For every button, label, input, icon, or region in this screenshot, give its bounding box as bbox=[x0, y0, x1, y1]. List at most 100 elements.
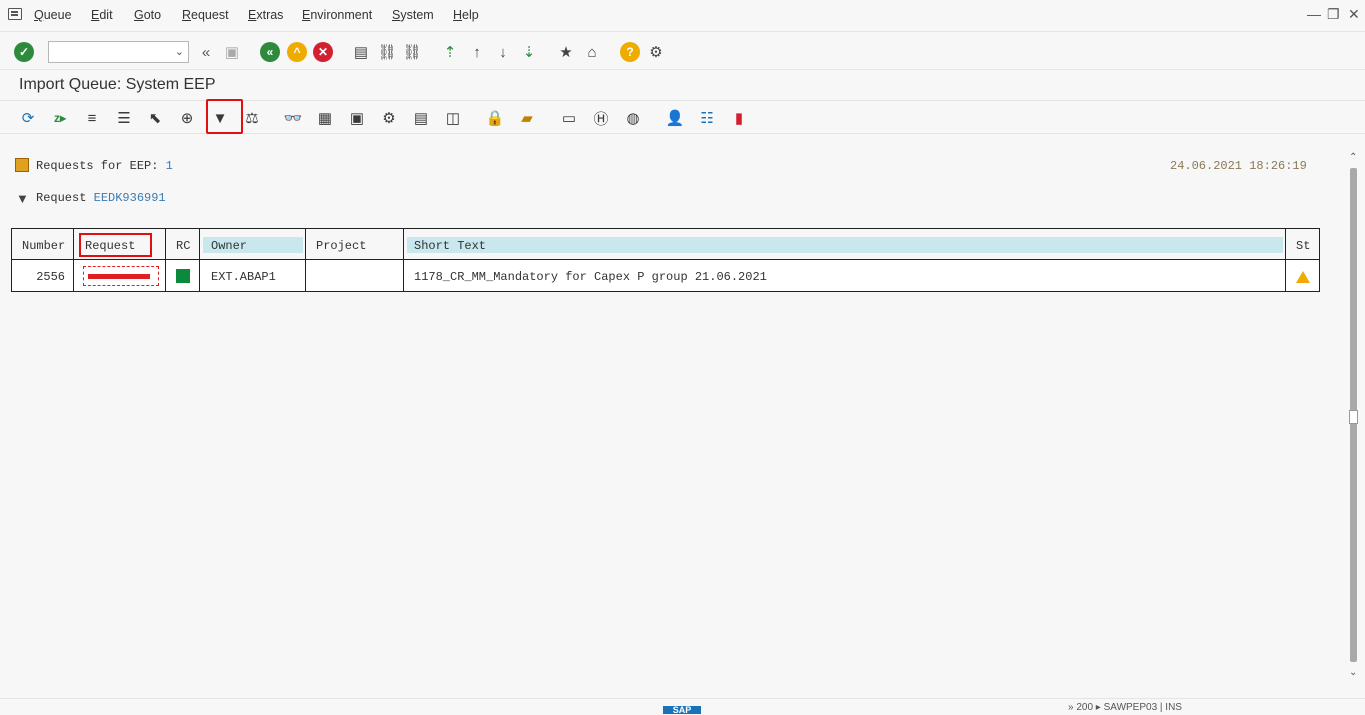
col-short-text-label: Short Text bbox=[414, 239, 487, 253]
sort-icon[interactable]: ☰ bbox=[113, 107, 135, 129]
cell-short-text-value: 1178_CR_MM_Mandatory for Capex P group 2… bbox=[414, 270, 767, 284]
request-value[interactable]: EEDK936991 bbox=[94, 191, 166, 205]
requests-count: 1 bbox=[165, 159, 173, 173]
double-chevron-left-icon[interactable]: « bbox=[196, 42, 216, 62]
scroll-thumb[interactable] bbox=[1349, 410, 1358, 424]
col-owner[interactable]: Owner bbox=[200, 229, 306, 259]
col-owner-label: Owner bbox=[211, 239, 248, 253]
col-project-label: Project bbox=[316, 239, 367, 253]
next-page-icon[interactable]: ↓ bbox=[493, 42, 513, 62]
layout-icon[interactable]: ▣ bbox=[346, 107, 368, 129]
document-list-icon[interactable]: ▦ bbox=[314, 107, 336, 129]
menu-goto[interactable]: Goto bbox=[134, 8, 161, 22]
col-number-label: Number bbox=[22, 239, 66, 253]
menu-extras[interactable]: Extras bbox=[248, 8, 283, 22]
scroll-up-icon[interactable]: ⌃ bbox=[1349, 152, 1357, 163]
command-field[interactable]: ⌄ bbox=[48, 41, 189, 63]
cell-project bbox=[306, 260, 404, 292]
first-page-icon[interactable]: ⇡ bbox=[440, 42, 460, 62]
maximize-icon[interactable]: ❐ bbox=[1327, 6, 1340, 23]
col-number[interactable]: Number bbox=[12, 229, 74, 259]
refresh-icon[interactable]: ⟳ bbox=[17, 107, 39, 129]
select-cursor-icon[interactable]: ⬉ bbox=[144, 107, 166, 129]
cell-number-value: 2556 bbox=[36, 270, 65, 284]
find-next-icon[interactable]: ⛓ bbox=[402, 42, 422, 62]
create-session-icon[interactable]: ★ bbox=[556, 42, 576, 62]
display-glasses-icon[interactable]: 👓 bbox=[282, 107, 304, 129]
user-icon[interactable]: 👤 bbox=[664, 107, 686, 129]
filter-small-icon: ▼ bbox=[16, 191, 29, 206]
menu-icon[interactable] bbox=[8, 8, 22, 20]
requests-info: Requests for EEP: 1 bbox=[36, 159, 173, 173]
monitor-icon[interactable]: ▭ bbox=[558, 107, 580, 129]
import-history-icon[interactable]: ◫ bbox=[442, 107, 464, 129]
scroll-down-icon[interactable]: ⌄ bbox=[1349, 667, 1357, 678]
cell-status[interactable] bbox=[1286, 260, 1319, 292]
align-center-icon[interactable]: ≡ bbox=[81, 107, 103, 129]
cell-number: 2556 bbox=[12, 260, 74, 292]
application-toolbar: ⟳ z▸ ≡ ☰ ⬉ ⊕ ▼ ⚖ 👓 ▦ ▣ ⚙ ▤ ◫ 🔒 ▰ ▭ Ⓗ ◍ 👤… bbox=[0, 100, 1365, 134]
timestamp: 24.06.2021 18:26:19 bbox=[1170, 159, 1307, 173]
find-icon[interactable]: ⛓ bbox=[377, 42, 397, 62]
zoom-icon[interactable]: ⊕ bbox=[176, 107, 198, 129]
cell-rc bbox=[166, 260, 200, 292]
request-filter-info: Request EEDK936991 bbox=[36, 191, 166, 205]
table-header: Number Request RC Owner Project Short Te… bbox=[12, 229, 1319, 260]
book-icon[interactable]: ▮ bbox=[728, 107, 750, 129]
globe-icon[interactable]: ◍ bbox=[622, 107, 644, 129]
menu-edit[interactable]: Edit bbox=[91, 8, 113, 22]
col-rc-label: RC bbox=[176, 239, 191, 253]
menu-request[interactable]: Request bbox=[182, 8, 229, 22]
requests-label: Requests for EEP: bbox=[36, 159, 159, 173]
standard-toolbar: ✓ ⌄ « ▣ « ^ ✕ ▤ ⛓ ⛓ ⇡ ↑ ↓ ⇣ ★ ⌂ ? ⚙ bbox=[0, 33, 1365, 70]
lock-icon[interactable]: 🔒 bbox=[484, 107, 506, 129]
cell-request[interactable] bbox=[74, 260, 166, 292]
col-short-text[interactable]: Short Text bbox=[404, 229, 1286, 259]
save-icon[interactable]: ▣ bbox=[222, 42, 242, 62]
import-queue-table: Number Request RC Owner Project Short Te… bbox=[11, 228, 1320, 292]
warning-triangle-icon bbox=[1296, 271, 1310, 283]
col-project[interactable]: Project bbox=[306, 229, 404, 259]
menu-queue[interactable]: Queue bbox=[34, 8, 72, 22]
print-icon[interactable]: ▤ bbox=[351, 42, 371, 62]
request-header-highlight bbox=[79, 233, 152, 257]
back-icon[interactable]: « bbox=[260, 42, 280, 62]
filter-highlight bbox=[206, 99, 243, 134]
start-import-icon[interactable]: z▸ bbox=[49, 107, 71, 129]
enter-check-icon[interactable]: ✓ bbox=[14, 42, 34, 62]
menu-environment[interactable]: Environment bbox=[302, 8, 372, 22]
cancel-icon[interactable]: ✕ bbox=[313, 42, 333, 62]
status-system-info[interactable]: » 200 ▸ SAWPEP03 | INS bbox=[1068, 702, 1182, 713]
log-display-icon[interactable]: ▤ bbox=[410, 107, 432, 129]
close-window-icon[interactable]: ✕ bbox=[1348, 6, 1360, 23]
menu-system[interactable]: System bbox=[392, 8, 434, 22]
truck-icon[interactable]: ▰ bbox=[516, 107, 538, 129]
cell-short-text: 1178_CR_MM_Mandatory for Capex P group 2… bbox=[404, 260, 1286, 292]
col-status-label: St bbox=[1296, 239, 1311, 253]
transport-icon[interactable]: ⚙ bbox=[378, 107, 400, 129]
rc-status-square-icon bbox=[176, 269, 190, 283]
help-icon[interactable]: ? bbox=[620, 42, 640, 62]
redacted-request bbox=[83, 266, 159, 286]
page-title: Import Queue: System EEP bbox=[19, 76, 216, 93]
table-row[interactable]: 2556 EXT.ABAP1 1178_CR_MM_Mandatory for … bbox=[12, 260, 1319, 292]
sap-logo: SAP bbox=[663, 706, 701, 715]
request-label: Request bbox=[36, 191, 87, 205]
history-h-icon[interactable]: Ⓗ bbox=[590, 107, 612, 129]
chevron-down-icon[interactable]: ⌄ bbox=[175, 45, 184, 58]
exit-icon[interactable]: ^ bbox=[287, 42, 307, 62]
menu-bar: Queue Edit Goto Request Extras Environme… bbox=[0, 0, 1365, 32]
minimize-icon[interactable]: — bbox=[1307, 6, 1321, 22]
cell-owner: EXT.ABAP1 bbox=[200, 260, 306, 292]
shortcut-icon[interactable]: ⌂ bbox=[582, 42, 602, 62]
menu-help[interactable]: Help bbox=[453, 8, 479, 22]
cell-owner-value: EXT.ABAP1 bbox=[211, 270, 276, 284]
col-rc[interactable]: RC bbox=[166, 229, 200, 259]
col-status[interactable]: St bbox=[1286, 229, 1319, 259]
truck-small-icon bbox=[15, 158, 29, 172]
previous-page-icon[interactable]: ↑ bbox=[467, 42, 487, 62]
checklist-icon[interactable]: ☷ bbox=[696, 107, 718, 129]
last-page-icon[interactable]: ⇣ bbox=[519, 42, 539, 62]
settings-gear-icon[interactable]: ⚙ bbox=[646, 42, 666, 62]
filter-lock-icon[interactable]: ⚖ bbox=[241, 107, 263, 129]
